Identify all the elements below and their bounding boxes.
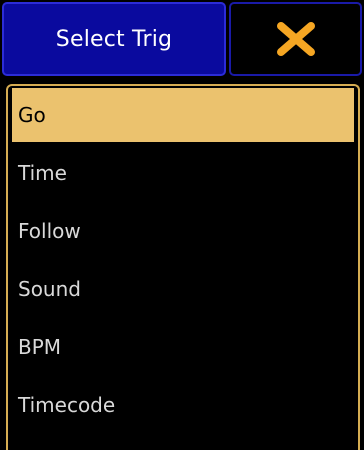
select-trig-dialog: Select Trig Go Time Follow Sound BPM Tim… — [0, 0, 364, 450]
list-item-timecode[interactable]: Timecode — [12, 378, 354, 432]
list-item-label: Timecode — [18, 393, 116, 417]
list-item-time[interactable]: Time — [12, 146, 354, 200]
list-item-label: Go — [18, 103, 46, 127]
close-x-icon — [276, 22, 315, 56]
dialog-title: Select Trig — [2, 2, 226, 76]
trigger-list: Go Time Follow Sound BPM Timecode — [6, 84, 360, 450]
list-item-go[interactable]: Go — [12, 88, 354, 142]
list-item-label: Time — [18, 161, 67, 185]
list-item-sound[interactable]: Sound — [12, 262, 354, 316]
dialog-header: Select Trig — [0, 0, 364, 82]
list-item-label: Sound — [18, 277, 81, 301]
list-item-bpm[interactable]: BPM — [12, 320, 354, 374]
list-item-follow[interactable]: Follow — [12, 204, 354, 258]
dialog-title-label: Select Trig — [55, 26, 173, 52]
close-button[interactable] — [229, 2, 362, 76]
list-item-label: BPM — [18, 335, 62, 359]
list-item-label: Follow — [18, 219, 81, 243]
